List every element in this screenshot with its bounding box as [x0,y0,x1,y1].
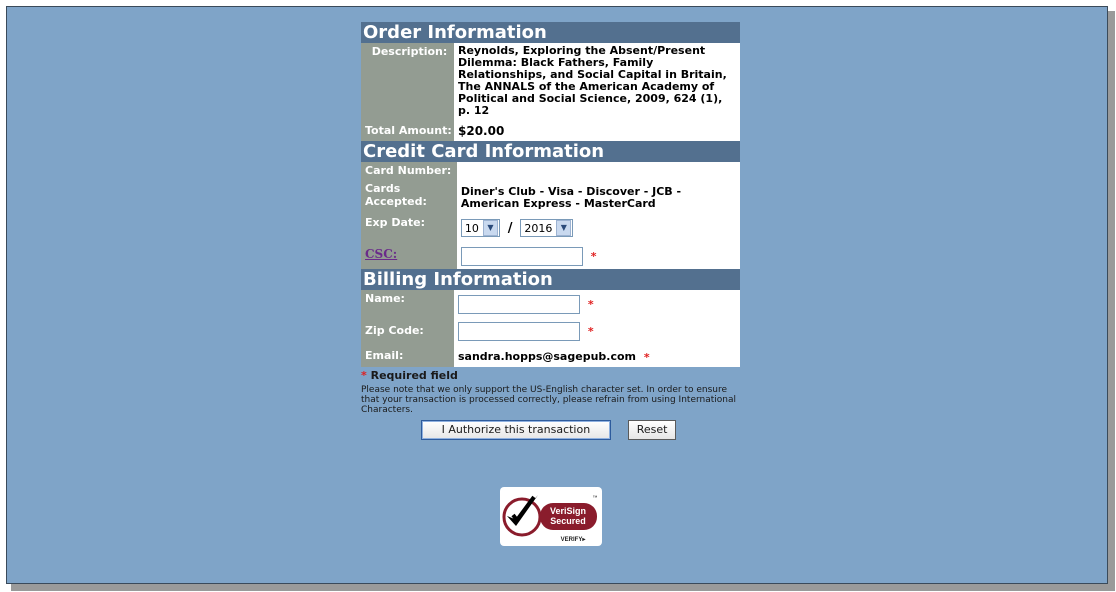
chevron-down-icon: ▼ [556,220,572,236]
character-set-note: Please note that we only support the US-… [361,385,737,415]
verisign-secured-badge[interactable]: VeriSign Secured VERIFY▸ ™ [500,487,602,546]
email-field: sandra.hopps@sagepub.com * [454,345,740,367]
name-required-marker: * [587,298,594,311]
description-label: Description: [361,43,454,123]
exp-date-separator: / [507,221,513,236]
zip-code-input[interactable] [458,322,580,341]
description-value: Reynolds, Exploring the Absent/Present D… [454,43,740,123]
zip-code-field: * [454,318,740,345]
csc-help-link[interactable]: CSC: [365,247,397,261]
email-value: sandra.hopps@sagepub.com [458,350,636,363]
email-required-marker: * [643,350,650,364]
zip-required-marker: * [587,325,594,338]
exp-year-select[interactable]: 2016 ▼ [520,219,574,237]
name-input[interactable] [458,295,580,314]
trademark-symbol: ™ [593,495,598,501]
credit-card-information-header: Credit Card Information [361,141,740,162]
required-field-legend: * Required field [361,369,740,382]
exp-date-field: 10 ▼ / 2016 ▼ [456,214,740,240]
billing-table: Name: * Zip Code: * Email: sandra.hopps@… [361,290,740,367]
card-number-value [456,162,740,180]
exp-month-value: 10 [464,221,479,235]
credit-card-table: Card Number: Cards Accepted: Diner's Clu… [361,162,740,269]
verify-text: VERIFY▸ [561,537,587,543]
name-field: * [454,290,740,318]
zip-code-label: Zip Code: [361,318,454,345]
email-label: Email: [361,345,454,367]
csc-input[interactable] [460,247,583,266]
required-legend-text: Required field [370,369,458,382]
order-information-header: Order Information [361,22,740,43]
exp-date-label: Exp Date: [361,214,457,240]
total-amount-value: $20.00 [454,123,740,141]
billing-information-header: Billing Information [361,269,740,290]
exp-year-value: 2016 [524,221,553,235]
payment-form: Order Information Description: Reynolds,… [361,22,740,440]
csc-label-cell: CSC: [361,240,457,269]
exp-month-select[interactable]: 10 ▼ [460,219,500,237]
authorize-transaction-button[interactable]: I Authorize this transaction [420,420,611,440]
card-number-label: Card Number: [361,162,457,180]
form-footer: * Required field Please note that we onl… [361,369,740,440]
chevron-down-icon: ▼ [482,220,498,236]
verisign-seal-graphic: VeriSign Secured VERIFY▸ ™ [502,495,598,543]
csc-field: * [456,240,740,269]
reset-button[interactable]: Reset [628,420,677,440]
cards-accepted-label: Cards Accepted: [361,180,457,214]
required-legend-star: * [361,369,367,382]
csc-required-marker: * [590,250,597,263]
secured-text: Secured [550,516,586,526]
name-label: Name: [361,290,454,318]
form-buttons: I Authorize this transaction Reset [361,420,740,440]
order-information-table: Description: Reynolds, Exploring the Abs… [361,43,740,141]
total-amount-label: Total Amount: [361,123,454,141]
cards-accepted-value: Diner's Club - Visa - Discover - JCB - A… [456,180,740,214]
verisign-text: VeriSign [550,506,586,516]
